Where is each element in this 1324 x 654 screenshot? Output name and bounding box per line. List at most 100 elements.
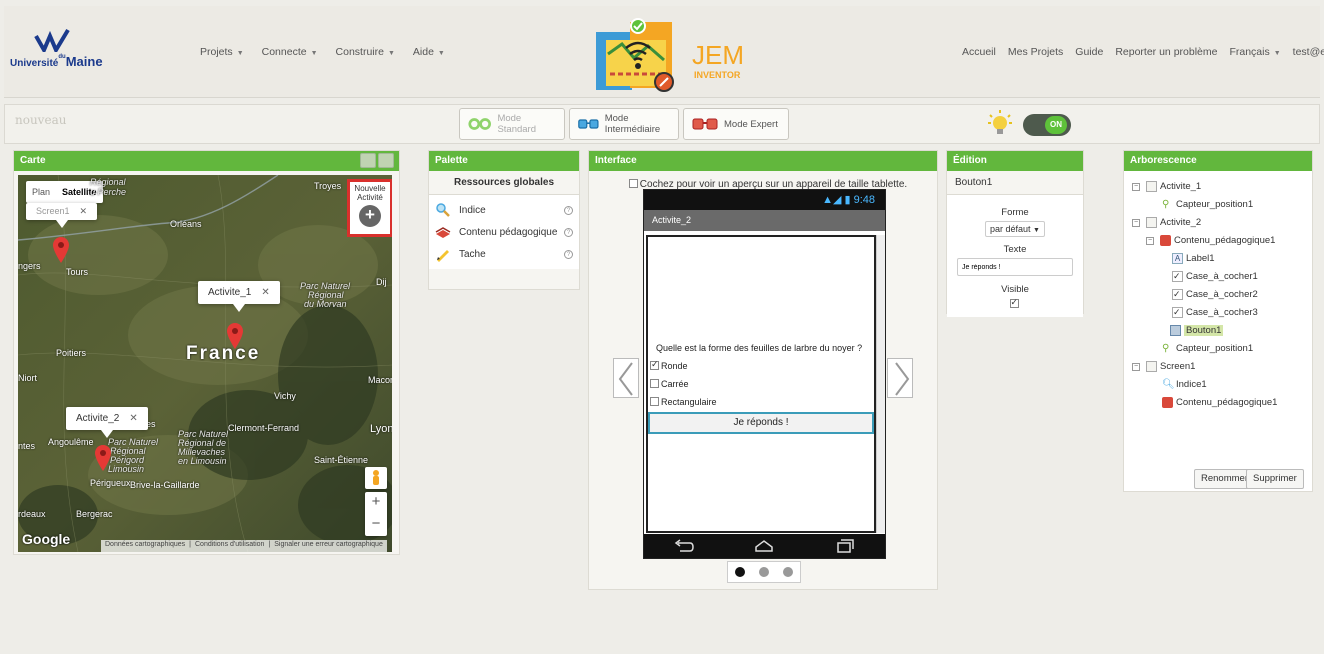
user-account[interactable]: test@ex <box>1293 46 1324 58</box>
close-icon[interactable]: ✕ <box>80 206 88 216</box>
palette-item-contenu-pedagogique[interactable]: Contenu pédagogique ? <box>429 221 579 243</box>
checkbox-carree[interactable]: Carrée <box>650 379 689 389</box>
link-guide[interactable]: Guide <box>1075 46 1103 58</box>
mode-intermediate-label: Mode Intermédiaire <box>604 113 661 135</box>
properties-body: Forme par défaut ▼ Texte Visible <box>947 195 1083 317</box>
infowindow-label: Screen1 <box>36 206 70 216</box>
mode-standard-button[interactable]: Mode Standard <box>459 108 565 140</box>
collapse-icon[interactable]: − <box>1132 362 1140 371</box>
visible-checkbox[interactable] <box>1009 297 1019 308</box>
phone-screen: Quelle est la forme des feuilles de larb… <box>646 235 876 533</box>
texte-input[interactable] <box>957 258 1073 276</box>
tablet-preview-checkbox[interactable] <box>628 179 638 188</box>
checkbox-rectangulaire[interactable]: Rectangulaire <box>650 397 717 407</box>
place-label: Brive-la-Gaillarde <box>130 480 200 490</box>
previous-screen-button[interactable] <box>613 358 639 398</box>
map-marker-icon[interactable] <box>53 237 69 263</box>
infowindow-screen1[interactable]: Screen1 ✕ <box>26 203 98 228</box>
back-icon[interactable] <box>674 539 694 553</box>
street-view-pegman-icon[interactable] <box>365 467 387 489</box>
new-activity-button[interactable]: Nouvelle Activité + <box>347 179 392 237</box>
universite-du-maine-logo[interactable]: UniversitéduMaine <box>10 28 103 76</box>
phone-scrollbar[interactable] <box>876 235 885 533</box>
zoom-out-button[interactable]: − <box>365 514 387 536</box>
tree-node-contenu-pedagogique1[interactable]: − Contenu_pédagogique1 <box>1146 235 1275 246</box>
terms-link[interactable]: Conditions d'utilisation <box>195 541 264 551</box>
tree-node-screen1[interactable]: − Screen1 <box>1132 361 1195 372</box>
help-icon[interactable]: ? <box>564 249 573 259</box>
satellite-map[interactable]: Plan Satellite Nouvelle Activité + Troye… <box>18 175 392 552</box>
delete-button[interactable]: Supprimer <box>1246 469 1304 489</box>
palette-item-label: Tache <box>459 248 486 260</box>
close-icon[interactable]: ✕ <box>129 413 137 424</box>
next-screen-button[interactable] <box>887 358 913 398</box>
place-label: ntes <box>18 441 36 451</box>
tree-node-label: Bouton1 <box>1184 325 1224 336</box>
tree-node-case2[interactable]: ✓ Case_à_cocher2 <box>1172 289 1258 300</box>
home-icon[interactable] <box>754 539 774 553</box>
recents-icon[interactable] <box>835 539 855 553</box>
map-type-plan[interactable]: Plan <box>26 181 56 203</box>
help-icon[interactable]: ? <box>564 205 573 215</box>
close-icon[interactable]: ✕ <box>261 287 269 298</box>
book-icon <box>1160 235 1171 246</box>
project-name: nouveau <box>15 113 67 127</box>
top-navigation: UniversitéduMaine Projets ▼ Connecte ▼ Con… <box>4 6 1324 98</box>
hints-toggle[interactable]: ON <box>1023 114 1071 136</box>
tree-node-case3[interactable]: ✓ Case_à_cocher3 <box>1172 307 1258 318</box>
answer-button[interactable]: Je réponds ! <box>648 412 874 434</box>
tree-node-label: Label1 <box>1186 253 1215 264</box>
menu-construire[interactable]: Construire ▼ <box>336 46 395 58</box>
carte-expand-button[interactable] <box>378 153 394 168</box>
report-map-error-link[interactable]: Signaler une erreur cartographique <box>274 541 383 551</box>
inventor-text: INVENTOR <box>694 70 741 80</box>
language-dropdown[interactable]: Français ▼ <box>1229 46 1280 58</box>
tree-node-activite1[interactable]: − Activite_1 <box>1132 181 1201 192</box>
pager-dot-2[interactable] <box>759 567 769 577</box>
menu-connecte[interactable]: Connecte ▼ <box>262 46 318 58</box>
tree-node-label: Activite_1 <box>1160 181 1202 192</box>
collapse-icon[interactable]: − <box>1132 182 1140 191</box>
tree-node-activite2[interactable]: − Activite_2 <box>1132 217 1201 228</box>
tree-node-contenu-pedagogique1-b[interactable]: Contenu_pédagogique1 <box>1162 397 1277 408</box>
collapse-icon[interactable]: − <box>1132 218 1140 227</box>
tree-node-label1[interactable]: A Label1 <box>1172 253 1215 264</box>
help-icon[interactable]: ? <box>564 227 573 237</box>
tree-node-indice1[interactable]: 🔍︎ Indice1 <box>1162 379 1207 390</box>
map-marker-icon[interactable] <box>227 323 243 349</box>
place-label: Niort <box>18 373 38 383</box>
infowindow-activite2[interactable]: Activite_2 ✕ <box>66 407 148 438</box>
menu-projets[interactable]: Projets ▼ <box>200 46 244 58</box>
tree-node-bouton1[interactable]: Bouton1 <box>1170 325 1224 336</box>
forme-dropdown[interactable]: par défaut ▼ <box>985 221 1045 237</box>
pager-dot-1[interactable] <box>735 567 745 577</box>
link-report-problem[interactable]: Reporter un problème <box>1115 46 1217 58</box>
tree-node-case1[interactable]: ✓ Case_à_cocher1 <box>1172 271 1258 282</box>
collapse-icon[interactable]: − <box>1146 236 1154 245</box>
palette-section-title[interactable]: Ressources globales <box>429 171 579 195</box>
checkbox-ronde[interactable]: Ronde <box>650 359 688 371</box>
infowindow-label: Activite_1 <box>208 287 252 298</box>
question-label[interactable]: Quelle est la forme des feuilles de larb… <box>656 343 862 353</box>
link-mes-projets[interactable]: Mes Projets <box>1008 46 1063 58</box>
infowindow-activite1[interactable]: Activite_1 ✕ <box>198 281 280 312</box>
tree-node-capteur-position1[interactable]: ⚲ Capteur_position1 <box>1162 199 1253 210</box>
chevron-left-icon <box>618 362 633 396</box>
palette-item-indice[interactable]: Indice ? <box>429 199 579 221</box>
place-label: Tours <box>66 267 89 277</box>
mode-intermediate-button[interactable]: Mode Intermédiaire <box>569 108 679 140</box>
tree-node-capteur-position1-b[interactable]: ⚲ Capteur_position1 <box>1162 343 1253 354</box>
mode-expert-button[interactable]: Mode Expert <box>683 108 789 140</box>
menu-aide[interactable]: Aide ▼ <box>413 46 445 58</box>
carte-collapse-button[interactable] <box>360 153 376 168</box>
map-marker-icon[interactable] <box>95 445 111 471</box>
place-label: Poitiers <box>56 348 87 358</box>
palette-item-tache[interactable]: Tache ? <box>429 243 579 265</box>
palette-header: Palette <box>429 151 579 171</box>
link-accueil[interactable]: Accueil <box>962 46 996 58</box>
tree-node-label: Contenu_pédagogique1 <box>1174 235 1276 246</box>
screen-icon <box>1146 361 1157 372</box>
map-data-link[interactable]: Données cartographiques <box>105 541 185 551</box>
zoom-in-button[interactable]: + <box>365 492 387 514</box>
pager-dot-3[interactable] <box>783 567 793 577</box>
